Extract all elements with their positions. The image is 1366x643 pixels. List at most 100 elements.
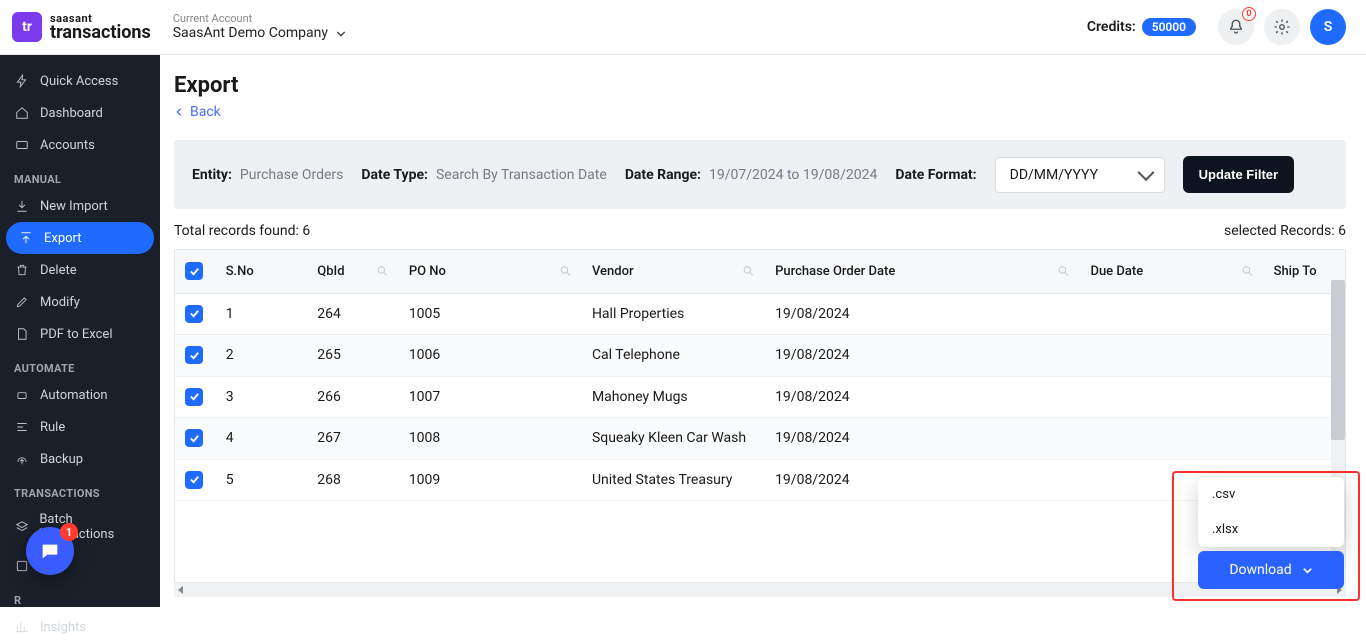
cell-pono: 1005 [399,293,582,335]
sidebar-item-label: Insights [40,620,86,635]
back-link[interactable]: Back [174,104,1346,120]
cell-qbid: 266 [307,376,399,418]
sidebar-item-label: Export [44,231,82,246]
cell-sno: 3 [216,376,308,418]
search-icon[interactable] [1241,265,1254,278]
update-filter-button[interactable]: Update Filter [1183,156,1294,193]
sidebar-item-edit-partial[interactable]: dit [0,550,160,582]
notifications-button[interactable]: 0 [1218,9,1254,45]
sidebar-item-label: PDF to Excel [40,327,112,342]
chevron-left-icon [174,107,184,117]
sidebar: Quick Access Dashboard Accounts MANUAL N… [0,55,160,607]
table-row[interactable]: 42671008Squeaky Kleen Car Wash19/08/2024 [175,418,1345,460]
table-row[interactable]: 12641005Hall Properties19/08/2024 [175,293,1345,335]
account-switcher[interactable]: Current Account SaasAnt Demo Company [173,12,346,42]
col-podate: Purchase Order Date [765,250,1080,293]
sidebar-item-label: Quick Access [40,74,118,89]
download-button[interactable]: Download [1198,551,1344,589]
sidebar-item-label: Delete [40,263,77,278]
sidebar-item-label: Dashboard [40,106,103,121]
select-all-checkbox[interactable] [185,262,203,280]
horizontal-scrollbar[interactable] [174,583,1346,597]
cell-podate: 19/08/2024 [765,335,1080,377]
back-label: Back [190,104,221,120]
cell-podate: 19/08/2024 [765,293,1080,335]
table-row[interactable]: 22651006Cal Telephone19/08/2024 [175,335,1345,377]
main: Export Back Entity: Purchase Orders Date… [160,55,1366,607]
sidebar-item-backup[interactable]: Backup [0,443,160,475]
table-row[interactable]: 52681009United States Treasury19/08/2024 [175,459,1345,501]
sidebar-item-new-import[interactable]: New Import [0,190,160,222]
sidebar-heading-automate: AUTOMATE [0,350,160,379]
download-option-csv[interactable]: .csv [1198,477,1344,512]
datetype-label: Date Type: [361,167,428,183]
dateformat-label: Date Format: [895,167,976,183]
sidebar-item-label: Backup [40,452,83,467]
table-row[interactable]: 32661007Mahoney Mugs19/08/2024 [175,376,1345,418]
cell-sno: 5 [216,459,308,501]
cell-sno: 1 [216,293,308,335]
row-checkbox[interactable] [185,388,203,406]
sidebar-item-rule[interactable]: Rule [0,411,160,443]
sidebar-item-quick-access[interactable]: Quick Access [0,65,160,97]
cell-vendor: United States Treasury [582,459,765,501]
download-label: Download [1229,562,1291,578]
layers-icon [14,519,29,535]
entity-value[interactable]: Purchase Orders [240,167,343,183]
logo-line2: transactions [50,24,151,42]
sidebar-item-dashboard[interactable]: Dashboard [0,97,160,129]
bell-icon [1227,18,1245,36]
page-title: Export [174,73,1346,98]
sidebar-item-label: Automation [40,388,108,403]
row-checkbox[interactable] [185,471,203,489]
col-sno: S.No [216,250,308,293]
sidebar-item-batch-transactions[interactable]: Batch Transactions [0,504,160,550]
cell-podate: 19/08/2024 [765,418,1080,460]
cell-pono: 1009 [399,459,582,501]
card-icon [14,137,30,153]
rule-icon [14,419,30,435]
sidebar-item-automation[interactable]: Automation [0,379,160,411]
import-icon [14,198,30,214]
notification-badge: 0 [1242,7,1256,21]
sidebar-item-modify[interactable]: Modify [0,286,160,318]
cell-qbid: 267 [307,418,399,460]
search-icon[interactable] [742,265,755,278]
search-icon[interactable] [559,265,572,278]
sidebar-item-insights[interactable]: Insights [0,611,160,643]
col-pono: PO No [399,250,582,293]
settings-button[interactable] [1264,9,1300,45]
logo[interactable]: tr saasant transactions [12,12,151,42]
dateformat-select[interactable]: DD/MM/YYYY [995,157,1165,193]
sidebar-item-pdf-excel[interactable]: PDF to Excel [0,318,160,350]
chat-badge: 1 [60,523,78,541]
row-checkbox[interactable] [185,429,203,447]
datetype-value[interactable]: Search By Transaction Date [436,167,607,183]
credits: Credits: 50000 [1087,18,1196,36]
daterange-value[interactable]: 19/07/2024 to 19/08/2024 [709,167,877,183]
cell-qbid: 268 [307,459,399,501]
cell-sno: 4 [216,418,308,460]
row-checkbox[interactable] [185,305,203,323]
sidebar-item-export[interactable]: Export [6,222,154,254]
search-icon[interactable] [1057,265,1070,278]
backup-icon [14,451,30,467]
daterange-label: Date Range: [625,167,701,183]
cell-qbid: 264 [307,293,399,335]
row-checkbox[interactable] [185,346,203,364]
avatar[interactable]: S [1310,9,1346,45]
download-format-menu: .csv .xlsx [1198,477,1344,547]
sidebar-item-label: Rule [40,420,65,435]
sidebar-item-delete[interactable]: Delete [0,254,160,286]
chevron-down-icon [336,29,346,39]
download-option-xlsx[interactable]: .xlsx [1198,512,1344,547]
credits-value[interactable]: 50000 [1142,18,1196,36]
search-icon[interactable] [376,265,389,278]
col-qbid: QbId [307,250,399,293]
sidebar-item-accounts[interactable]: Accounts [0,129,160,161]
cell-due [1080,376,1263,418]
chat-fab[interactable]: 1 [26,527,74,575]
bolt-icon [14,73,30,89]
export-icon [18,230,34,246]
file-icon [14,326,30,342]
